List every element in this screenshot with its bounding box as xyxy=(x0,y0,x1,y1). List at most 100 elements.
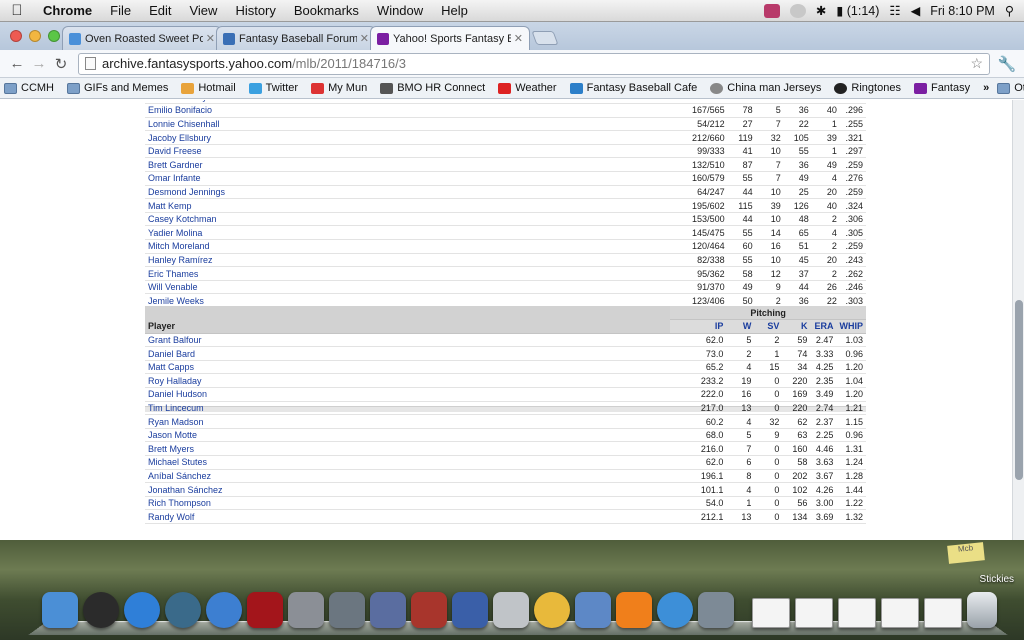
document-thumbnail-icon[interactable] xyxy=(838,598,876,628)
player-link[interactable]: Emilio Bonifacio xyxy=(145,103,672,118)
close-window-button[interactable] xyxy=(10,30,22,42)
player-link[interactable]: Randy Wolf xyxy=(145,509,671,524)
dashboard-icon[interactable] xyxy=(83,592,119,628)
player-link[interactable]: Roy Halladay xyxy=(145,373,671,389)
bookmark-fantasy-cafe[interactable]: Fantasy Baseball Cafe xyxy=(569,82,697,94)
player-link[interactable]: Daniel Hudson xyxy=(145,387,671,402)
bookmark-ringtones[interactable]: Ringtones xyxy=(834,82,901,94)
bookmark-weather[interactable]: Weather xyxy=(498,82,557,94)
bluetooth-icon[interactable]: ✱ xyxy=(816,3,826,18)
photo-booth-icon[interactable] xyxy=(247,592,283,628)
apple-menu-icon[interactable]:  xyxy=(0,2,34,19)
player-link[interactable]: David Freese xyxy=(145,144,672,159)
finder-icon[interactable] xyxy=(42,592,78,628)
time-machine-icon[interactable] xyxy=(165,592,201,628)
bookmark-my-mun[interactable]: My Mun xyxy=(311,82,367,94)
zoom-window-button[interactable] xyxy=(48,30,60,42)
player-link[interactable]: Jonathan Sánchez xyxy=(145,482,671,497)
scrollbar-thumb[interactable] xyxy=(1015,300,1023,480)
app-store-icon[interactable] xyxy=(124,592,160,628)
bookmark-folder-gifs[interactable]: GIFs and Memes xyxy=(67,82,168,94)
menu-edit[interactable]: Edit xyxy=(140,3,180,18)
trash-icon[interactable] xyxy=(967,592,997,628)
player-link[interactable]: Rich Thompson xyxy=(145,496,671,511)
spotlight-search-icon[interactable]: ⚲ xyxy=(1005,3,1014,18)
bookmark-twitter[interactable]: Twitter xyxy=(248,82,298,94)
player-link[interactable]: Mitch Moreland xyxy=(145,239,672,254)
player-link[interactable]: Brett Myers xyxy=(145,441,671,457)
player-link[interactable]: Casey Kotchman xyxy=(145,212,672,227)
wifi-icon[interactable]: ☷ xyxy=(889,3,900,18)
menu-bookmarks[interactable]: Bookmarks xyxy=(285,3,368,18)
safari-icon[interactable] xyxy=(657,592,693,628)
forward-arrow-icon[interactable]: → xyxy=(28,55,50,72)
chrome-icon[interactable] xyxy=(534,592,570,628)
battery-status[interactable]: ▮ (1:14) xyxy=(836,3,879,18)
player-link[interactable]: Hanley Ramírez xyxy=(145,253,672,268)
bookmark-fantasy[interactable]: Fantasy xyxy=(913,82,970,94)
w-column-header[interactable]: W xyxy=(726,319,755,334)
wrench-menu-icon[interactable]: 🔧 xyxy=(996,55,1018,73)
minimize-window-button[interactable] xyxy=(29,30,41,42)
time-machine-status-icon[interactable] xyxy=(789,3,806,18)
document-thumbnail-icon[interactable] xyxy=(795,598,833,628)
system-preferences-icon[interactable] xyxy=(288,592,324,628)
menu-app-name[interactable]: Chrome xyxy=(34,3,101,18)
itunes-icon[interactable] xyxy=(206,592,242,628)
sv-column-header[interactable]: SV xyxy=(754,319,783,334)
other-bookmarks[interactable]: Other Bookmarks xyxy=(997,82,1024,94)
player-link[interactable]: Ryan Madson xyxy=(145,414,671,429)
player-link[interactable]: Matt Capps xyxy=(145,360,671,375)
close-tab-icon[interactable]: ✕ xyxy=(206,32,215,45)
bookmark-bmo[interactable]: BMO HR Connect xyxy=(380,82,485,94)
player-link[interactable]: Will Venable xyxy=(145,280,672,295)
page-viewport[interactable]: Darwin Barney146/529662439.276Emilio Bon… xyxy=(0,100,1012,540)
player-link[interactable]: Michael Stutes xyxy=(145,455,671,470)
volume-icon[interactable]: ◀ xyxy=(911,3,921,18)
more-bookmarks-chevron[interactable]: » xyxy=(983,82,989,94)
menu-file[interactable]: File xyxy=(101,3,140,18)
address-bar[interactable]: archive.fantasysports.yahoo.com/mlb/2011… xyxy=(78,52,990,75)
vlc-icon[interactable] xyxy=(616,592,652,628)
close-tab-icon[interactable]: ✕ xyxy=(360,32,369,45)
ip-column-header[interactable]: IP xyxy=(670,319,727,334)
clock[interactable]: Fri 8:10 PM xyxy=(930,4,995,18)
tab-fantasy-forums[interactable]: Fantasy Baseball Forums – F ✕ xyxy=(216,26,376,50)
reload-icon[interactable]: ↻ xyxy=(50,55,72,73)
menu-history[interactable]: History xyxy=(226,3,284,18)
player-link[interactable]: Grant Balfour xyxy=(145,333,671,348)
player-link[interactable]: Tim Lincecum xyxy=(145,401,671,416)
grapher-icon[interactable] xyxy=(452,592,488,628)
player-column-header[interactable]: Player xyxy=(145,306,671,334)
bookmark-folder-ccmh[interactable]: CCMH xyxy=(4,82,54,94)
new-tab-button[interactable] xyxy=(531,31,559,45)
tab-oven-roasted[interactable]: Oven Roasted Sweet Potatoe ✕ xyxy=(62,26,222,50)
player-link[interactable]: Jason Motte xyxy=(145,428,671,443)
facetime-icon[interactable] xyxy=(329,592,365,628)
menu-window[interactable]: Window xyxy=(368,3,432,18)
tab-yahoo-fantasy[interactable]: Yahoo! Sports Fantasy Baseb ✕ xyxy=(370,26,530,50)
player-link[interactable]: Yadier Molina xyxy=(145,225,672,241)
preview-icon[interactable] xyxy=(370,592,406,628)
bookmark-star-icon[interactable]: ☆ xyxy=(970,55,983,72)
era-column-header[interactable]: ERA xyxy=(810,319,837,334)
keynote-icon[interactable] xyxy=(575,592,611,628)
whip-column-header[interactable]: WHIP xyxy=(836,319,866,334)
player-link[interactable]: Jacoby Ellsbury xyxy=(145,130,672,145)
player-link[interactable]: Eric Thames xyxy=(145,266,672,281)
menu-view[interactable]: View xyxy=(180,3,226,18)
image-capture-icon[interactable] xyxy=(698,592,734,628)
player-link[interactable]: Daniel Bard xyxy=(145,346,671,361)
player-link[interactable]: Lonnie Chisenhall xyxy=(145,117,672,132)
document-thumbnail-icon[interactable] xyxy=(924,598,962,628)
player-link[interactable]: Brett Gardner xyxy=(145,157,672,173)
bookmark-hotmail[interactable]: Hotmail xyxy=(181,82,236,94)
player-link[interactable]: Omar Infante xyxy=(145,171,672,186)
player-link[interactable]: Matt Kemp xyxy=(145,198,672,213)
back-arrow-icon[interactable]: ← xyxy=(6,55,28,72)
bookmark-jerseys[interactable]: China man Jerseys xyxy=(710,82,821,94)
player-link[interactable]: Desmond Jennings xyxy=(145,185,672,200)
dictionary-icon[interactable] xyxy=(411,592,447,628)
status-app-icon[interactable] xyxy=(763,3,780,18)
player-link[interactable]: Aníbal Sánchez xyxy=(145,469,671,484)
